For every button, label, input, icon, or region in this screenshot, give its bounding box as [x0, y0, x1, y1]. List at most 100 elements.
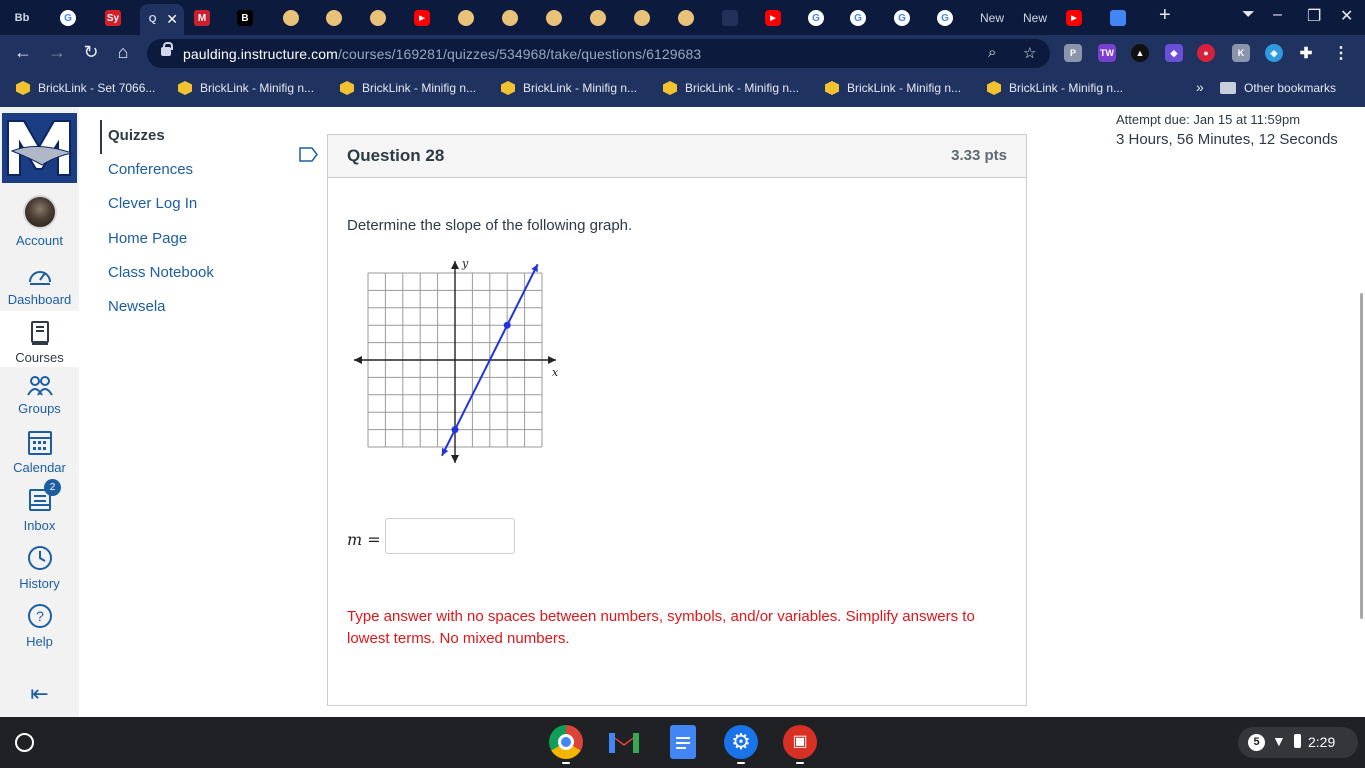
nav-dashboard[interactable]: Dashboard — [0, 264, 79, 307]
nav-history[interactable]: History — [0, 544, 79, 591]
forward-icon[interactable]: → — [45, 42, 69, 63]
tab-schoology[interactable]: Sy — [105, 4, 121, 32]
screencast-icon — [1110, 10, 1126, 26]
tab-bricklink-8[interactable] — [634, 4, 650, 32]
nav-courses[interactable]: Courses — [0, 311, 79, 367]
tab-canvas-quiz[interactable]: Q ✕ — [140, 4, 184, 35]
running-indicator — [796, 762, 804, 764]
bookmark-star-icon[interactable]: ☆ — [1023, 44, 1036, 62]
tab-bricklink-9[interactable] — [678, 4, 694, 32]
extensions-puzzle-icon[interactable]: ✚ — [1297, 44, 1315, 62]
bookmarks-overflow-button[interactable]: » — [1196, 79, 1204, 95]
bricklink-minifig-icon — [678, 10, 694, 26]
tab-search-icon[interactable]: ⏷ — [1242, 6, 1255, 24]
flag-question-icon[interactable] — [299, 147, 318, 162]
extension-tw-icon[interactable]: TW — [1098, 44, 1116, 62]
tab-youtube-2[interactable]: ▶ — [765, 4, 781, 32]
docs-app-icon[interactable] — [670, 725, 696, 759]
y-axis-label: y — [461, 257, 469, 270]
bookmark-item[interactable]: BrickLink - Minifig n... — [663, 81, 799, 95]
chrome-center — [558, 734, 574, 750]
extension-dark-icon[interactable]: ▲ — [1131, 44, 1149, 62]
tab-bricklink-1[interactable] — [283, 4, 299, 32]
canvas-tab-icon: Q — [146, 11, 160, 28]
collapse-nav-button[interactable]: ⇤ — [0, 681, 79, 707]
tab-bricklink-6[interactable] — [546, 4, 562, 32]
launcher-icon[interactable] — [15, 733, 34, 752]
extension-red-icon[interactable]: ● — [1197, 44, 1215, 62]
new-tab-icon[interactable]: + — [1159, 4, 1171, 27]
bookmark-item[interactable]: BrickLink - Minifig n... — [178, 81, 314, 95]
tab-google-3[interactable]: G — [850, 4, 866, 32]
active-indicator — [100, 120, 102, 154]
bookmark-item[interactable]: BrickLink - Minifig n... — [340, 81, 476, 95]
tab-mathxl[interactable]: M — [194, 4, 210, 32]
tab-google-4[interactable]: G — [894, 4, 910, 32]
nav-account[interactable]: Account — [0, 195, 79, 248]
tab-screencast[interactable] — [1110, 4, 1126, 32]
reload-icon[interactable]: ↻ — [79, 42, 103, 63]
bricklink-icon — [16, 81, 30, 95]
tab-bricklink-7[interactable] — [590, 4, 606, 32]
slope-answer-input[interactable] — [385, 518, 515, 554]
nav-help[interactable]: ? Help — [0, 602, 79, 649]
bookmark-item[interactable]: BrickLink - Minifig n... — [987, 81, 1123, 95]
tab-google-2[interactable]: G — [808, 4, 824, 32]
browser-menu-icon[interactable]: ⋮ — [1332, 44, 1350, 62]
tab-bricklink-2[interactable] — [326, 4, 342, 32]
tab-b[interactable]: B — [237, 4, 253, 32]
back-icon[interactable]: ← — [11, 42, 35, 63]
tab-bricklink-5[interactable] — [502, 4, 518, 32]
nav-label: Courses — [15, 350, 64, 365]
tab-google-5[interactable]: G — [937, 4, 953, 32]
extension-purple-icon[interactable]: ◆ — [1165, 44, 1183, 62]
restore-icon[interactable]: ❐ — [1307, 6, 1321, 26]
gallery-app-icon[interactable]: ▣ — [783, 725, 817, 764]
bookmark-item[interactable]: BrickLink - Minifig n... — [825, 81, 961, 95]
bookmark-item[interactable]: BrickLink - Set 7066... — [16, 81, 155, 95]
bookmark-item[interactable]: BrickLink - Minifig n... — [501, 81, 637, 95]
bricklink-minifig-icon — [546, 10, 562, 26]
question-points: 3.33 pts — [951, 147, 1007, 164]
home-icon[interactable]: ⌂ — [111, 42, 135, 63]
nav-label: Dashboard — [7, 292, 72, 307]
pdf-extension-icon[interactable]: P — [1064, 44, 1082, 62]
school-logo[interactable] — [2, 113, 77, 183]
chrome-app-icon[interactable] — [549, 725, 583, 764]
tab-new-2[interactable]: New — [1023, 4, 1047, 32]
course-nav-newsela[interactable]: Newsela — [108, 298, 166, 315]
nav-groups[interactable]: Groups — [0, 375, 79, 416]
nav-calendar[interactable]: Calendar — [0, 428, 79, 475]
course-nav-clever-log-in[interactable]: Clever Log In — [108, 195, 197, 212]
zoom-icon[interactable]: ⌕ — [988, 44, 996, 61]
tab-youtube-3[interactable]: ▶ — [1066, 4, 1082, 32]
address-bar[interactable]: paulding.instructure.com/courses/169281/… — [147, 39, 1050, 68]
tab-blackboard[interactable]: Bb — [14, 4, 30, 32]
settings-app-icon[interactable]: ⚙ — [724, 725, 758, 764]
bricklink-minifig-icon — [634, 10, 650, 26]
minimize-icon[interactable]: – — [1273, 6, 1282, 24]
status-tray[interactable]: 5 ▼ 2:29 — [1238, 727, 1358, 758]
tab-google[interactable]: G — [60, 4, 76, 32]
page-scrollbar[interactable] — [1360, 293, 1363, 619]
course-nav-class-notebook[interactable]: Class Notebook — [108, 264, 214, 281]
other-bookmarks-folder[interactable]: Other bookmarks — [1220, 81, 1336, 95]
bricklink-icon — [825, 81, 839, 95]
close-window-icon[interactable]: ✕ — [1340, 6, 1353, 26]
course-nav-quizzes[interactable]: Quizzes — [108, 127, 165, 144]
nav-inbox[interactable]: 2 Inbox — [0, 479, 79, 533]
tab-bricklink-3[interactable] — [370, 4, 386, 32]
extension-k-icon[interactable]: K — [1232, 44, 1250, 62]
google-icon: G — [808, 10, 824, 26]
course-nav-conferences[interactable]: Conferences — [108, 161, 193, 178]
gmail-app-icon[interactable] — [607, 725, 641, 759]
wifi-icon: ▼ — [1272, 733, 1286, 749]
tab-dark[interactable] — [722, 4, 738, 32]
extension-blue-icon[interactable]: ◈ — [1265, 44, 1283, 62]
question-card: Question 28 3.33 pts Determine the slope… — [327, 134, 1027, 706]
course-nav-home-page[interactable]: Home Page — [108, 230, 187, 247]
tab-new-1[interactable]: New — [980, 4, 1004, 32]
tab-bricklink-4[interactable] — [458, 4, 474, 32]
close-tab-icon[interactable]: ✕ — [166, 11, 178, 28]
tab-youtube-1[interactable]: ▶ — [414, 4, 430, 32]
